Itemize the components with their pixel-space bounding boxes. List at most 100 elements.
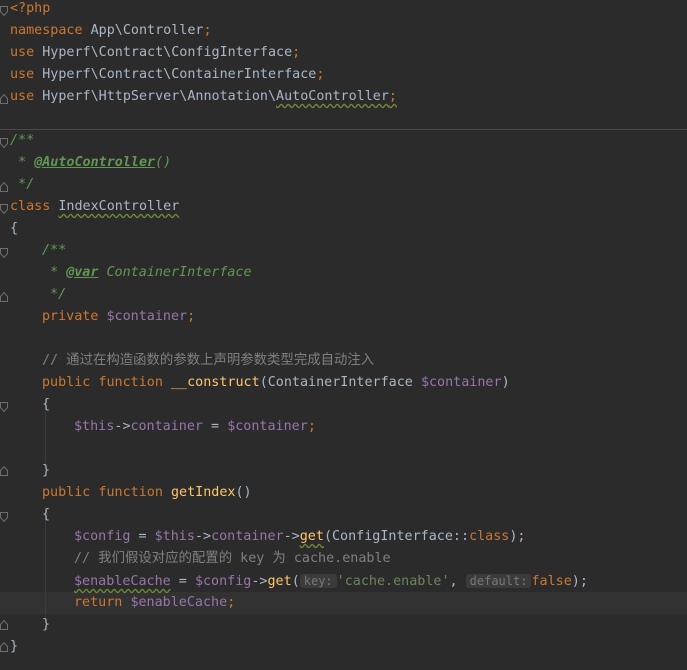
fold-marker-icon[interactable] [0,182,8,192]
code-line[interactable]: return $enableCache; [74,592,235,614]
keyword: namespace [10,23,83,38]
code-line[interactable]: * @AutoController() [10,152,171,174]
code-line[interactable]: public function getIndex() [42,482,252,504]
keyword: public function [42,485,163,500]
code-line[interactable]: { [42,394,50,416]
line-comment: // 通过在构造函数的参数上声明参数类型完成自动注入 [42,353,375,368]
code-line[interactable]: // 我们假设对应的配置的 key 为 cache.enable [74,548,391,570]
code-text: -> [114,419,131,434]
semicolon: ; [316,67,325,82]
doc-comment: */ [10,177,35,192]
code-line[interactable]: } [42,460,50,482]
variable: $container [106,309,188,324]
variable: $this [154,529,195,544]
property: container [130,419,203,434]
namespace-path: Hyperf\Contract\ContainerInterface [34,67,317,82]
code-line[interactable]: // 通过在构造函数的参数上声明参数类型完成自动注入 [42,350,374,372]
fold-marker-icon[interactable] [0,620,8,630]
variable: $config [74,529,131,544]
code-line[interactable]: /** [10,130,34,152]
property: container [211,529,284,544]
brace: { [10,221,19,236]
code-text: , [449,574,466,589]
code-line[interactable]: { [10,218,18,240]
parameter-hint: default: [465,574,532,588]
code-line[interactable]: $config = $this->container->get(ConfigIn… [74,526,526,548]
code-text: ( [291,574,300,589]
parameter-hint: key: [299,574,337,588]
fold-marker-icon[interactable] [0,292,8,302]
code-text: ) [501,375,510,390]
keyword: private [42,309,99,324]
fold-marker-icon[interactable] [0,6,8,16]
keyword: use [10,67,35,82]
code-line[interactable]: */ [10,174,34,196]
fold-marker-icon[interactable] [0,94,8,104]
code-text: = [130,529,155,544]
line-comment: // 我们假设对应的配置的 key 为 cache.enable [74,551,391,566]
code-line[interactable]: $this->container = $container; [74,416,316,438]
keyword: public function [42,375,163,390]
fold-marker-icon[interactable] [0,512,8,522]
code-line[interactable]: use Hyperf\Contract\ContainerInterface; [10,64,324,86]
code-line[interactable]: class IndexController [10,196,179,218]
variable: $enableCache [74,574,171,589]
code-text: () [235,485,252,500]
keyword: false [531,574,572,589]
fold-marker-icon[interactable] [0,402,8,412]
doc-annotation: @AutoController [34,155,156,170]
semicolon: ; [227,595,236,610]
semicolon: ; [292,45,301,60]
class-name: IndexController [58,199,180,214]
code-line[interactable]: */ [42,284,66,306]
fold-marker-icon[interactable] [0,248,8,258]
code-line[interactable]: namespace App\Controller; [10,20,212,42]
code-line[interactable]: use Hyperf\Contract\ConfigInterface; [10,42,300,64]
fold-marker-icon[interactable] [0,466,8,476]
variable: $enableCache [130,595,228,610]
variable: $config [194,574,252,589]
doc-comment: ContainerInterface [98,265,252,280]
keyword: use [10,89,35,104]
code-text: = [203,419,228,434]
doc-comment: /** [10,133,35,148]
variable: $container [227,419,308,434]
semicolon: ; [187,309,196,324]
namespace-path: App\Controller [82,23,204,38]
fold-marker-icon[interactable] [0,138,8,148]
brace: } [10,639,19,654]
brace: } [42,463,51,478]
code-line[interactable]: <?php [10,0,50,20]
code-text: ); [571,574,588,589]
code-line[interactable]: { [42,504,50,526]
semicolon: ; [203,23,212,38]
function-name: getIndex [171,485,236,500]
variable: $container [420,375,502,390]
semicolon: ; [388,89,397,104]
code-line[interactable]: /** [42,240,66,262]
code-line[interactable]: use Hyperf\HttpServer\Annotation\AutoCon… [10,86,397,108]
fold-marker-icon[interactable] [0,204,8,214]
code-line[interactable]: } [10,636,18,658]
doc-comment: /** [42,243,67,258]
brace: { [42,507,51,522]
string-literal: 'cache.enable' [336,574,450,589]
php-open-tag: <?php [10,1,51,16]
code-text: = [170,574,195,589]
code-line[interactable]: $enableCache = $config->get(key:'cache.e… [74,570,588,592]
doc-comment: */ [42,287,67,302]
code-text: (ConfigInterface:: [323,529,470,544]
code-line[interactable]: } [42,614,50,636]
namespace-path: AutoController [276,89,389,104]
keyword: use [10,45,35,60]
doc-comment: () [155,155,172,170]
keyword: return [74,595,123,610]
method-call: get [299,529,324,544]
doc-comment: * [10,155,35,170]
code-line[interactable]: private $container; [42,306,195,328]
code-text: -> [251,574,268,589]
code-line[interactable]: * @var ContainerInterface [42,262,252,284]
variable: $this [74,419,115,434]
fold-marker-icon[interactable] [0,642,8,652]
code-line[interactable]: public function __construct(ContainerInt… [42,372,510,394]
